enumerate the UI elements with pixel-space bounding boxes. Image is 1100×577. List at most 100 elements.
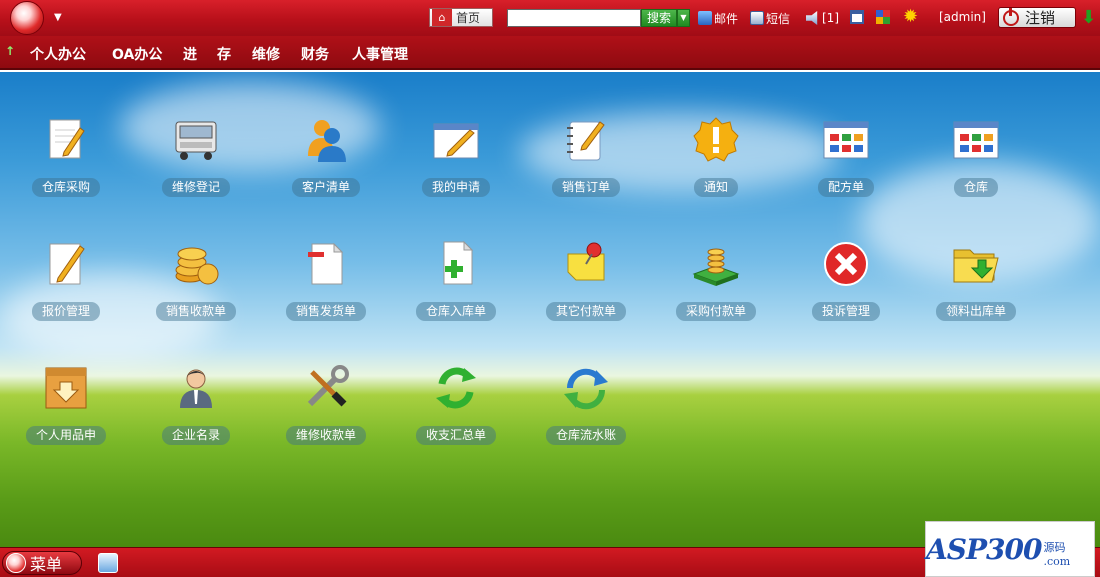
menu-item-oa-office[interactable]: OA办公 [112, 44, 162, 64]
icon-label: 收支汇总单 [415, 426, 497, 445]
top-bar: ▼ ⌂ 首页 搜索 ▼ 邮件 短信 [1] ✹ [admin] 注销 ⬇ [0, 0, 1100, 36]
home-icon: ⌂ [432, 9, 452, 26]
search-button[interactable]: 搜索 [641, 9, 677, 27]
desktop-icon-company-directory[interactable]: 企业名录 [136, 364, 256, 454]
watermark-text: ASP300 [926, 532, 1042, 566]
icon-label: 仓库 [953, 178, 999, 197]
icon-label: 个人用品申 [25, 426, 107, 445]
power-icon [1003, 7, 1019, 26]
desktop-icon-warehouse[interactable]: 仓库 [916, 116, 1036, 206]
main-menu-bar: ↑ 个人办公 OA办公 进 存 维修 财务 人事管理 [0, 36, 1100, 70]
start-menu-label: 菜单 [30, 555, 63, 574]
sms-icon [750, 11, 764, 25]
document-pencil-icon [42, 116, 90, 164]
desktop-icon-warehouse-ledger[interactable]: 仓库流水账 [526, 364, 646, 454]
users-icon [302, 116, 350, 164]
speaker-icon [806, 11, 818, 25]
icon-label: 投诉管理 [811, 302, 881, 321]
menu-item-purchase[interactable]: 进 [183, 44, 197, 64]
icon-label: 销售收款单 [155, 302, 237, 321]
watermark-logo: ASP300 源码 .com [925, 521, 1095, 577]
color-grid-icon[interactable] [876, 10, 890, 24]
watermark-subtext: 源码 .com [1043, 541, 1071, 568]
icon-label: 采购付款单 [675, 302, 757, 321]
spiral-notebook-icon [562, 116, 610, 164]
desktop-icon-personal-supplies[interactable]: 个人用品申 [6, 364, 126, 454]
desktop-icon-warehouse-inbound[interactable]: 仓库入库单 [396, 240, 516, 330]
gear-icon[interactable]: ✹ [903, 8, 921, 26]
window-icon[interactable] [850, 10, 864, 24]
icon-label: 报价管理 [31, 302, 101, 321]
sms-label: 短信 [766, 11, 791, 26]
icon-label: 领料出库单 [935, 302, 1017, 321]
sms-button[interactable]: 短信 [750, 9, 790, 27]
app-window-icon [952, 116, 1000, 164]
app-logo-icon [6, 553, 26, 573]
coins-stack-icon [692, 240, 740, 288]
home-button[interactable]: ⌂ 首页 [429, 8, 493, 27]
volume-button[interactable]: [1] [806, 9, 839, 27]
show-desktop-icon[interactable] [98, 553, 118, 573]
desktop-area: 仓库采购 维修登记 客户清单 我的申请 销售订单 通知 配方单 仓库 报价管理 … [0, 72, 1100, 547]
mail-button[interactable]: 邮件 [698, 9, 738, 27]
truck-icon [172, 116, 220, 164]
arrow-down-icon[interactable]: ⬇ [1081, 7, 1096, 28]
icon-label: 我的申请 [421, 178, 491, 197]
home-label: 首页 [456, 11, 481, 25]
icon-label: 维修登记 [161, 178, 231, 197]
pinned-note-icon [562, 240, 610, 288]
folder-arrow-icon [952, 240, 1000, 288]
search-input[interactable] [507, 9, 641, 27]
desktop-icon-my-application[interactable]: 我的申请 [396, 116, 516, 206]
desktop-icon-repair-receipt[interactable]: 维修收款单 [266, 364, 386, 454]
start-menu-button[interactable]: 菜单 [2, 551, 82, 575]
desktop-icon-purchase-payment[interactable]: 采购付款单 [656, 240, 776, 330]
logo-dropdown-icon[interactable]: ▼ [54, 12, 62, 23]
desktop-icon-sales-receipt[interactable]: 销售收款单 [136, 240, 256, 330]
app-logo[interactable] [10, 1, 44, 35]
notepad-icon [432, 116, 480, 164]
document-minus-icon [302, 240, 350, 288]
menu-item-stock[interactable]: 存 [217, 44, 231, 64]
coins-icon [172, 240, 220, 288]
icon-label: 仓库采购 [31, 178, 101, 197]
desktop-icon-income-summary[interactable]: 收支汇总单 [396, 364, 516, 454]
icon-label: 仓库入库单 [415, 302, 497, 321]
icon-label: 通知 [693, 178, 739, 197]
desktop-icon-other-payment[interactable]: 其它付款单 [526, 240, 646, 330]
volume-count: [1] [822, 11, 839, 25]
box-icon [42, 364, 90, 412]
document-pencil-icon [42, 240, 90, 288]
menu-item-repair[interactable]: 维修 [252, 44, 280, 64]
desktop-icon-notice[interactable]: 通知 [656, 116, 776, 206]
arrow-up-icon[interactable]: ↑ [5, 44, 15, 58]
desktop-icon-material-outbound[interactable]: 领料出库单 [916, 240, 1036, 330]
desktop-icon-warehouse-purchase[interactable]: 仓库采购 [6, 116, 126, 206]
document-plus-icon [432, 240, 480, 288]
icon-label: 其它付款单 [545, 302, 627, 321]
desktop-icon-repair-registration[interactable]: 维修登记 [136, 116, 256, 206]
menu-item-finance[interactable]: 财务 [301, 44, 329, 64]
desktop-icon-complaint-management[interactable]: 投诉管理 [786, 240, 906, 330]
icon-label: 仓库流水账 [545, 426, 627, 445]
desktop-icon-sales-delivery[interactable]: 销售发货单 [266, 240, 386, 330]
exclamation-icon [692, 116, 740, 164]
desktop-icon-customer-list[interactable]: 客户清单 [266, 116, 386, 206]
desktop-icon-formula[interactable]: 配方单 [786, 116, 906, 206]
icon-label: 销售发货单 [285, 302, 367, 321]
app-window-icon [822, 116, 870, 164]
search-dropdown-icon[interactable]: ▼ [677, 9, 690, 27]
mail-label: 邮件 [714, 11, 739, 26]
menu-item-personal-office[interactable]: 个人办公 [30, 44, 86, 64]
menu-item-hr[interactable]: 人事管理 [352, 44, 408, 64]
icon-label: 客户清单 [291, 178, 361, 197]
desktop-icon-sales-order[interactable]: 销售订单 [526, 116, 646, 206]
icon-label: 销售订单 [551, 178, 621, 197]
current-user: [admin] [939, 10, 986, 24]
mail-icon [698, 11, 712, 25]
refresh-green-icon [432, 364, 480, 412]
logout-button[interactable]: 注销 [998, 7, 1076, 28]
logout-label: 注销 [1025, 9, 1056, 27]
icon-label: 配方单 [817, 178, 875, 197]
desktop-icon-quote-management[interactable]: 报价管理 [6, 240, 126, 330]
